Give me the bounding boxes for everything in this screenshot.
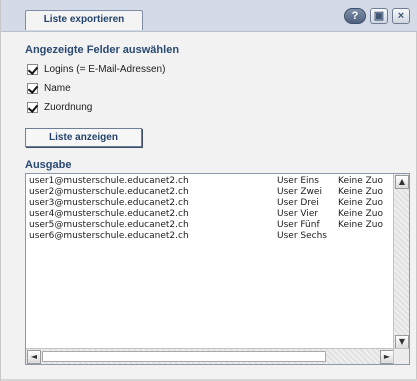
scroll-corner <box>393 348 409 364</box>
scroll-up-button[interactable]: ▲ <box>395 175 409 189</box>
help-button[interactable]: ? <box>344 8 366 24</box>
output-assignment: Keine Zuo <box>338 220 383 230</box>
list-item: user5@musterschule.educanet2.ch User Fün… <box>29 220 385 231</box>
list-item: user6@musterschule.educanet2.ch User Sec… <box>29 231 385 242</box>
logins-label: Logins (= E-Mail-Adressen) <box>44 63 166 75</box>
output-name: User Eins <box>277 176 319 186</box>
scroll-right-button[interactable]: ► <box>380 350 394 364</box>
output-email: user3@musterschule.educanet2.ch <box>29 198 189 208</box>
output-email: user1@musterschule.educanet2.ch <box>29 176 189 186</box>
restore-button[interactable]: ▣ <box>370 8 388 24</box>
list-item: user2@musterschule.educanet2.ch User Zwe… <box>29 187 385 198</box>
assignment-checkbox[interactable] <box>27 101 38 113</box>
vertical-scrollbar[interactable]: ▲ ▼ <box>393 174 409 350</box>
horizontal-scrollbar[interactable]: ◄ ► <box>26 348 395 364</box>
show-list-button[interactable]: Liste anzeigen <box>25 128 142 147</box>
output-textarea[interactable]: user1@musterschule.educanet2.ch User Ein… <box>25 173 410 365</box>
output-section-title: Ausgabe <box>25 159 72 171</box>
tab-list-export[interactable]: Liste exportieren <box>25 10 143 30</box>
help-icon: ? <box>351 9 359 22</box>
field-option-assignment[interactable]: Zuordnung <box>27 100 92 114</box>
field-option-name[interactable]: Name <box>27 81 71 95</box>
assignment-label: Zuordnung <box>44 101 93 113</box>
output-name: User Drei <box>277 198 319 208</box>
dialog-titlebar: Liste exportieren ? ▣ × <box>1 0 417 32</box>
window-actions: ? ▣ × <box>344 8 410 26</box>
scroll-left-button[interactable]: ◄ <box>27 350 41 364</box>
chevron-left-icon: ◄ <box>30 352 38 361</box>
field-option-logins[interactable]: Logins (= E-Mail-Adressen) <box>27 62 165 76</box>
output-name: User Fünf <box>277 220 320 230</box>
name-label: Name <box>44 82 71 94</box>
output-email: user6@musterschule.educanet2.ch <box>29 231 189 241</box>
export-list-dialog: Liste exportieren ? ▣ × Angezeigte Felde… <box>0 0 417 381</box>
horizontal-scroll-thumb[interactable] <box>42 351 326 362</box>
logins-checkbox[interactable] <box>27 63 38 75</box>
close-icon: × <box>397 9 405 22</box>
chevron-down-icon: ▼ <box>398 337 406 346</box>
output-name: User Zwei <box>277 187 322 197</box>
fields-section-title: Angezeigte Felder auswählen <box>25 44 180 56</box>
output-assignment: Keine Zuo <box>338 176 383 186</box>
output-assignment: Keine Zuo <box>338 187 383 197</box>
output-name: User Sechs <box>277 231 327 241</box>
output-assignment: Keine Zuo <box>338 209 383 219</box>
output-email: user4@musterschule.educanet2.ch <box>29 209 189 219</box>
output-assignment: Keine Zuo <box>338 198 383 208</box>
list-item: user4@musterschule.educanet2.ch User Vie… <box>29 209 385 220</box>
output-name: User Vier <box>277 209 319 219</box>
chevron-right-icon: ► <box>383 352 391 361</box>
close-button[interactable]: × <box>392 8 410 24</box>
name-checkbox[interactable] <box>27 82 38 94</box>
chevron-up-icon: ▲ <box>398 177 406 186</box>
output-email: user2@musterschule.educanet2.ch <box>29 187 189 197</box>
output-content: user1@musterschule.educanet2.ch User Ein… <box>29 176 385 346</box>
scroll-down-button[interactable]: ▼ <box>395 335 409 349</box>
list-item: user1@musterschule.educanet2.ch User Ein… <box>29 176 385 187</box>
restore-icon: ▣ <box>373 9 385 22</box>
list-item: user3@musterschule.educanet2.ch User Dre… <box>29 198 385 209</box>
output-email: user5@musterschule.educanet2.ch <box>29 220 189 230</box>
